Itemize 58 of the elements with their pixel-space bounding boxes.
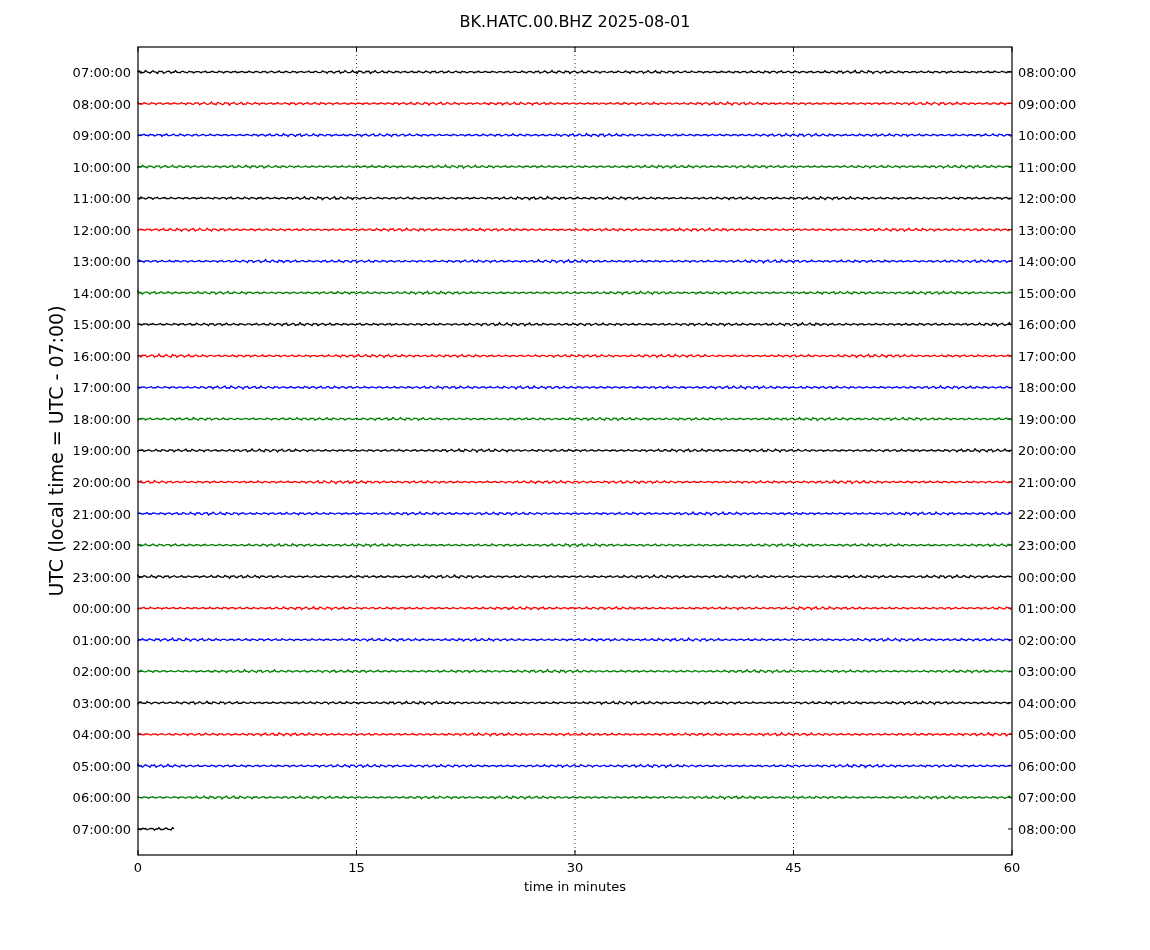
y-tick-label: 02:00:00 [1018, 632, 1077, 648]
y-tick-label: 22:00:00 [1018, 506, 1077, 522]
y-tick-label: 15:00:00 [72, 317, 131, 333]
y-tick-label: 09:00:00 [72, 128, 131, 144]
y-tick-label: 04:00:00 [1018, 695, 1077, 711]
y-tick-label: 15:00:00 [1018, 285, 1077, 301]
y-tick-label: 17:00:00 [72, 380, 131, 396]
y-tick-label: 19:00:00 [72, 443, 131, 459]
y-tick-label: 11:00:00 [1018, 159, 1077, 175]
y-tick-label: 04:00:00 [72, 727, 131, 743]
y-tick-label: 08:00:00 [1018, 65, 1077, 80]
y-tick-label: 05:00:00 [1018, 727, 1077, 743]
y-tick-label: 00:00:00 [72, 601, 131, 617]
x-tick-label: 60 [1003, 860, 1021, 875]
y-tick-label: 00:00:00 [1018, 569, 1077, 585]
x-axis-label: time in minutes [523, 879, 627, 894]
y-tick-label: 19:00:00 [1018, 411, 1077, 427]
chart-title: BK.HATC.00.BHZ 2025-08-01 [459, 12, 691, 31]
y-tick-label: 10:00:00 [72, 159, 131, 175]
y-tick-label: 21:00:00 [1018, 475, 1077, 490]
y-tick-label: 07:00:00 [1018, 790, 1077, 806]
y-tick-label: 01:00:00 [72, 632, 131, 648]
y-tick-label: 21:00:00 [72, 506, 131, 522]
y-tick-label: 23:00:00 [72, 569, 131, 585]
y-tick-label: 17:00:00 [1018, 348, 1077, 364]
y-tick-label: 03:00:00 [1018, 664, 1077, 680]
y-tick-label: 16:00:00 [1018, 317, 1077, 333]
y-tick-label: 07:00:00 [72, 65, 131, 80]
y-tick-label: 16:00:00 [72, 348, 131, 364]
y-tick-label: 08:00:00 [72, 96, 131, 112]
y-tick-label: 13:00:00 [72, 254, 131, 270]
y-tick-label: 18:00:00 [72, 411, 131, 427]
y-tick-label: 08:00:00 [1018, 821, 1077, 837]
y-axis-label: UTC (local time = UTC - 07:00) [45, 305, 67, 597]
y-tick-label: 14:00:00 [72, 285, 131, 301]
y-tick-label: 06:00:00 [1018, 758, 1077, 774]
y-tick-label: 18:00:00 [1018, 380, 1077, 396]
x-tick-label: 45 [785, 860, 802, 875]
y-tick-label: 20:00:00 [1018, 443, 1077, 459]
y-tick-label: 03:00:00 [72, 695, 131, 711]
y-tick-label: 20:00:00 [72, 475, 131, 490]
y-tick-label: 11:00:00 [72, 191, 131, 207]
y-tick-label: 02:00:00 [72, 664, 131, 680]
y-tick-label: 07:00:00 [72, 821, 131, 837]
x-tick-label: 15 [348, 860, 365, 875]
y-tick-label: 09:00:00 [1018, 96, 1077, 112]
y-tick-label: 14:00:00 [1018, 254, 1077, 270]
y-tick-label: 05:00:00 [72, 758, 131, 774]
y-tick-label: 06:00:00 [72, 790, 131, 806]
y-tick-label: 13:00:00 [1018, 222, 1077, 238]
y-tick-label: 01:00:00 [1018, 601, 1077, 617]
x-tick-label: 30 [566, 860, 584, 875]
x-tick-label: 0 [133, 860, 143, 875]
y-tick-label: 23:00:00 [1018, 538, 1077, 554]
y-tick-label: 12:00:00 [72, 222, 131, 238]
y-tick-label: 22:00:00 [72, 538, 131, 554]
y-tick-label: 10:00:00 [1018, 128, 1077, 144]
y-tick-label: 12:00:00 [1018, 191, 1077, 207]
